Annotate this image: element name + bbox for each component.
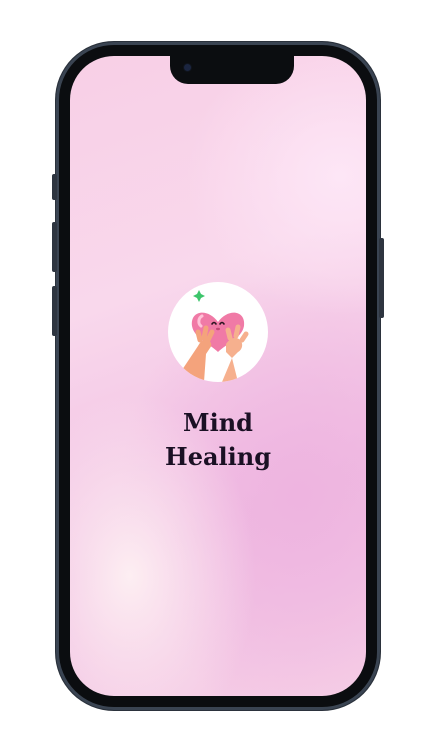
volume-up-button	[52, 222, 57, 272]
volume-down-button	[52, 286, 57, 336]
app-title-line-1: Mind	[183, 408, 253, 437]
mute-switch	[52, 174, 57, 200]
phone-frame: Mind Healing	[52, 42, 384, 710]
heart-hands-icon	[168, 282, 268, 382]
splash-screen: Mind Healing	[70, 56, 366, 696]
power-button	[379, 238, 384, 318]
front-camera-icon	[184, 64, 191, 71]
notch	[170, 56, 294, 84]
app-title-line-2: Healing	[165, 442, 271, 471]
